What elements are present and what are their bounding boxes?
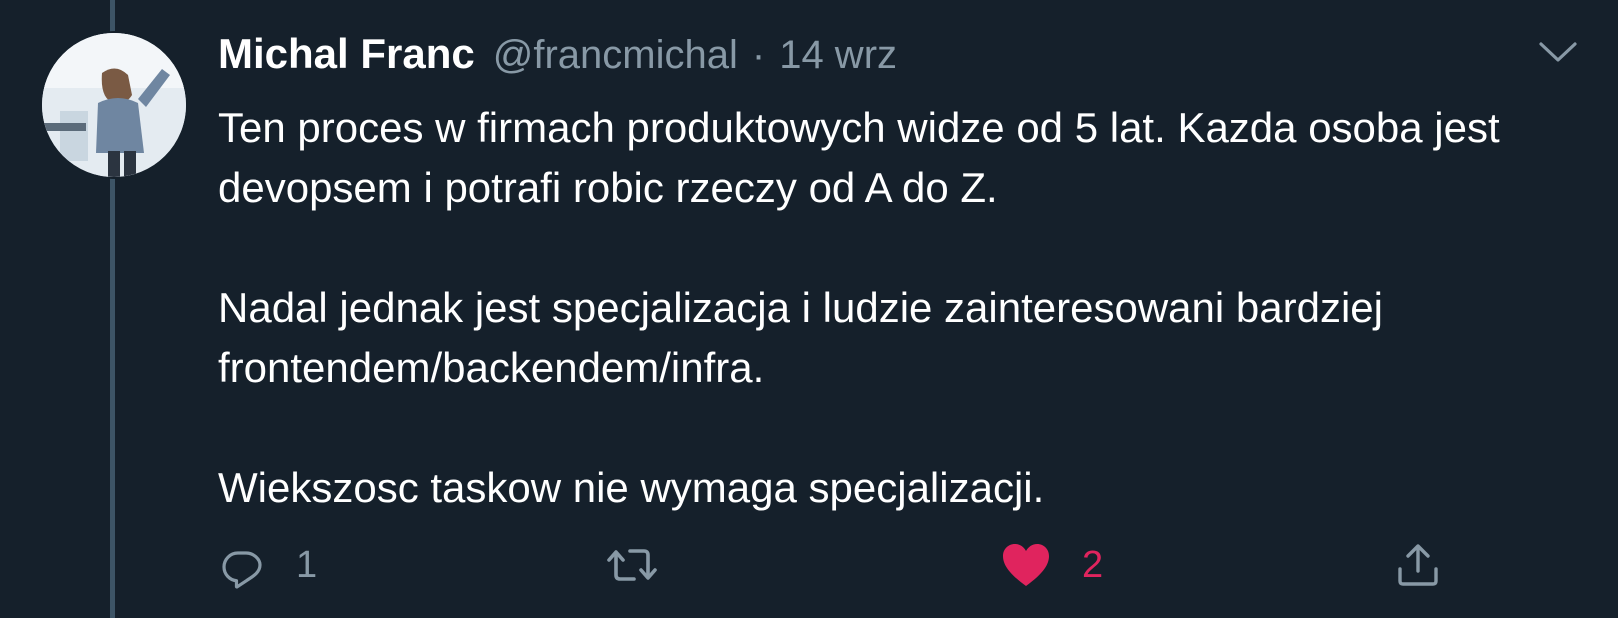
separator-dot: · xyxy=(751,33,766,77)
chevron-down-icon[interactable] xyxy=(1538,40,1578,66)
tweet[interactable]: Michal Franc @francmichal · 14 wrz Ten p… xyxy=(218,30,1588,518)
tweet-header: Michal Franc @francmichal · 14 wrz xyxy=(218,30,1588,90)
share-icon xyxy=(1394,541,1442,589)
tweet-date[interactable]: 14 wrz xyxy=(779,33,897,78)
tweet-actions: 1 2 xyxy=(218,535,1608,595)
retweet-icon xyxy=(604,541,660,589)
like-count: 2 xyxy=(1082,543,1104,586)
avatar[interactable] xyxy=(40,31,188,179)
share-button[interactable] xyxy=(1394,535,1442,595)
reply-count: 1 xyxy=(296,543,318,586)
heart-icon xyxy=(1000,541,1052,589)
tweet-text: Ten proces w firmach produktowych widze … xyxy=(218,104,1500,511)
reply-button[interactable]: 1 xyxy=(218,535,317,595)
retweet-button[interactable] xyxy=(604,535,690,595)
like-button[interactable]: 2 xyxy=(1000,535,1103,595)
author-handle[interactable]: @francmichal xyxy=(493,33,738,78)
author-name[interactable]: Michal Franc xyxy=(218,30,475,78)
reply-icon xyxy=(218,541,266,589)
